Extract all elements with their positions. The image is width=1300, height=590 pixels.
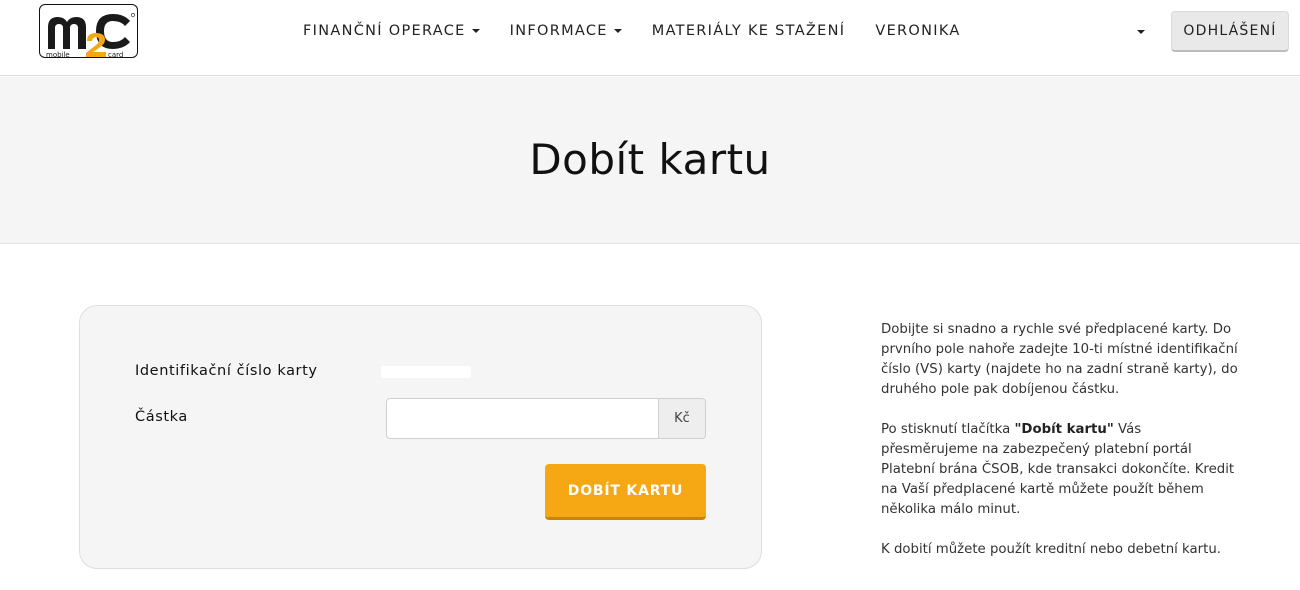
svg-text:card: card [108, 51, 123, 58]
menu-label: INFORMACE [509, 23, 608, 39]
topup-submit-button[interactable]: DOBÍT KARTU [545, 464, 706, 520]
m2c-logo[interactable]: mobile card [39, 4, 138, 58]
menu-label: VERONIKA [875, 23, 961, 39]
logout-button[interactable]: ODHLÁŠENÍ [1171, 11, 1289, 52]
info-text: Dobijte si snadno a rychle své předplace… [881, 320, 1241, 580]
menu-veronika[interactable]: VERONIKA [875, 23, 960, 39]
menu-informace[interactable]: INFORMACE [510, 23, 622, 39]
info-paragraph-2: Po stisknutí tlačítka "Dobít kartu" Vás … [881, 420, 1241, 520]
amount-input[interactable] [386, 398, 659, 439]
m2c-logo-graphic: mobile card [46, 13, 135, 58]
card-id-value [381, 366, 471, 378]
menu-materialy[interactable]: MATERIÁLY KE STAŽENÍ [652, 23, 846, 39]
caret-down-icon [613, 29, 622, 33]
caret-down-icon [471, 29, 480, 33]
page-title: Dobít kartu [529, 134, 771, 184]
main-menu: FINANČNÍ OPERACE INFORMACE MATERIÁLY KE … [303, 0, 991, 62]
svg-text:mobile: mobile [46, 51, 70, 58]
card-id-label: Identifikační číslo karty [135, 363, 318, 379]
top-navbar: mobile card FINANČNÍ OPERACE INFORMACE M… [0, 0, 1300, 76]
info-paragraph-1: Dobijte si snadno a rychle své předplace… [881, 322, 1238, 397]
menu-label: FINANČNÍ OPERACE [303, 23, 466, 39]
info-paragraph-3: K dobití můžete použít kreditní nebo deb… [881, 542, 1221, 557]
currency-addon: Kč [658, 398, 706, 439]
menu-financni-operace[interactable]: FINANČNÍ OPERACE [303, 23, 480, 39]
info-p2-prefix: Po stisknutí tlačítka [881, 422, 1015, 437]
info-p2-bold: "Dobít kartu" [1014, 422, 1114, 437]
page-header: Dobít kartu [0, 77, 1300, 244]
topup-form: Identifikační číslo karty Částka Kč DOBÍ… [79, 305, 762, 569]
amount-label: Částka [135, 409, 188, 425]
language-dropdown-caret-icon[interactable] [1137, 30, 1145, 34]
menu-label: MATERIÁLY KE STAŽENÍ [651, 23, 846, 39]
